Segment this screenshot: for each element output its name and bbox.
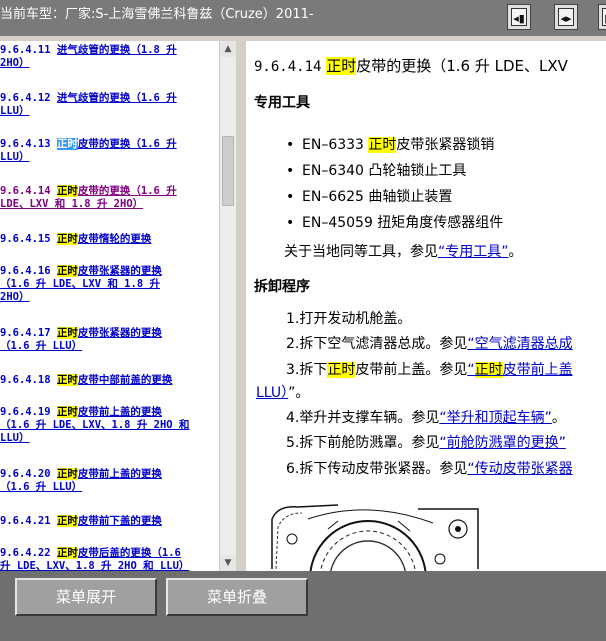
tree-item-label: 进气歧管的更换（1.6 升 [56,92,177,104]
tree-item-label: 皮带的更换（1.6 升 [77,138,177,150]
tree-item[interactable]: 9.6.4.16 正时皮带张紧器的更换 （1.6 升 LDE、LXV 和 1.8 … [0,265,219,304]
tree-item[interactable]: 9.6.4.17 正时皮带张紧器的更换 （1.6 升 LLU） [0,327,219,353]
current-vehicle-title: 当前车型：厂家:S-上海雪佛兰科鲁兹（Cruze）2011- [0,7,314,22]
search-highlight: 正时 [56,515,78,527]
tree-item-number: 9.6.4.15 [0,233,51,245]
expand-menu-button[interactable]: 菜单展开 [15,578,157,616]
tool-item: • EN–45059 扭矩角度传感器组件 [286,215,504,231]
search-highlight: 正时 [56,185,78,197]
procedure-step-continued: LLU）”。 [256,385,310,401]
tree-item-label: LLU） [0,151,30,163]
procedure-step: 1.打开发动机舱盖。 [286,311,412,327]
search-highlight: 正时 [56,265,78,277]
tree-item-label: 皮带前上盖的更换 [77,468,162,480]
tree-item-label: LLU） [0,105,30,117]
belt-tensioner-link[interactable]: “传动皮带张紧器 [467,461,572,477]
tree-item[interactable]: 9.6.4.13 正时皮带的更换（1.6 升 LLU） [0,138,219,164]
tree-item-label: 皮带张紧器的更换 [77,327,162,339]
tree-item[interactable]: 9.6.4.21 正时皮带前下盖的更换 [0,515,219,528]
back-page-button[interactable]: ◂▮ [507,4,531,30]
special-tools-link[interactable]: “专用工具” [438,244,509,260]
tree-item-label: 皮带惰轮的更换 [77,233,152,245]
tree-item-label: （1.6 升 LLU） [0,340,83,352]
tree-item-number: 9.6.4.21 [0,515,51,527]
tree-item-label: 进气歧管的更换（1.8 升 [56,44,177,56]
tree-item-label: 2HO） [0,57,30,69]
tools-reference: 关于当地同等工具，参见“专用工具”。 [284,244,523,260]
tree-item-label: 皮带前下盖的更换 [77,515,162,527]
tree-item-label: LLU） [0,432,30,444]
tree-item-number: 9.6.4.11 [0,44,51,56]
tree-item-number: 9.6.4.22 [0,547,51,559]
procedure-step: 3.拆下正时皮带前上盖。参见“正时皮带前上盖 [286,362,573,378]
collapse-menu-button[interactable]: 菜单折叠 [166,578,308,616]
tree-item-number: 9.6.4.19 [0,406,51,418]
tree-item[interactable]: 9.6.4.15 正时皮带惰轮的更换 [0,233,219,246]
tree-item[interactable]: 9.6.4.22 正时皮带后盖的更换（1.6 升 LDE、LXV、1.8 升 2H… [0,547,219,571]
tree-item-number: 9.6.4.20 [0,468,51,480]
page-title: 9.6.4.14 正时皮带的更换（1.6 升 LDE、LXV [254,57,568,75]
tree-item[interactable]: 9.6.4.20 正时皮带前上盖的更换 （1.6 升 LLU） [0,468,219,494]
lift-vehicle-link[interactable]: “举升和顶起车辆” [439,410,552,426]
tool-item: • EN–6340 凸轮轴锁止工具 [286,163,467,179]
split-view-button[interactable]: ◂▸ [554,4,578,30]
tree-item-label: 2HO） [0,291,30,303]
tree-item-number: 9.6.4.14 [0,185,51,197]
tree-item[interactable]: 9.6.4.11 进气歧管的更换（1.8 升 2HO） [0,44,219,70]
tree-item-number: 9.6.4.18 [0,374,51,386]
pane-splitter[interactable] [236,41,246,571]
tree-item-label: （1.6 升 LDE、LXV、1.8 升 2HO 和 [0,419,190,431]
bottom-toolbar: 菜单展开 菜单折叠 [0,571,606,641]
search-highlight: 正时 [56,406,78,418]
search-highlight: 正时 [56,374,78,386]
tree-item-number: 9.6.4.16 [0,265,51,277]
tree-item-label: （1.6 升 LLU） [0,481,83,493]
tree-item-number: 9.6.4.13 [0,138,51,150]
tree-item-label: （1.6 升 LDE、LXV 和 1.8 升 [0,278,160,290]
forward-page-button[interactable]: ▮▸ [598,4,606,30]
title-bar: 当前车型：厂家:S-上海雪佛兰科鲁兹（Cruze）2011- ◂▮ ◂▸ ▮▸ [0,0,606,36]
toc-tree: 9.6.4.11 进气歧管的更换（1.8 升 2HO） 9.6.4.12 进气歧管的… [0,41,219,571]
tree-item[interactable]: 9.6.4.19 正时皮带前上盖的更换 （1.6 升 LDE、LXV、1.8 升 … [0,406,219,445]
search-highlight: 正时 [56,468,78,480]
search-highlight: 正时 [56,233,78,245]
procedure-section-title: 拆卸程序 [254,279,310,295]
tree-item-label: 皮带前上盖的更换 [77,406,162,418]
procedure-step: 6.拆下传动皮带张紧器。参见“传动皮带张紧器 [286,461,573,477]
tree-item-label: 皮带的更换（1.6 升 [77,185,177,197]
procedure-step: 2.拆下空气滤清器总成。参见“空气滤清器总成 [286,336,573,352]
tree-item-label: 皮带中部前盖的更换 [77,374,173,386]
tree-item-label: 皮带后盖的更换（1.6 [77,547,181,559]
tree-item[interactable]: 9.6.4.14 正时皮带的更换（1.6 升 LDE、LXV 和 1.8 升 2H… [0,185,219,211]
split-view-icon: ◂▸ [558,8,574,26]
search-highlight: 正时 [56,547,78,559]
forward-page-icon: ▮▸ [602,8,606,26]
procedure-step: 5.拆下前舱防溅罩。参见“前舱防溅罩的更换” [286,435,566,451]
timing-cover-link[interactable]: “正时皮带前上盖 [467,362,573,378]
scroll-up-icon[interactable]: ▲ [220,41,236,57]
tree-item-label: 皮带张紧器的更换 [77,265,162,277]
tree-item-label: LDE、LXV 和 1.8 升 2HO） [0,198,144,210]
air-cleaner-link[interactable]: “空气滤清器总成 [467,336,572,352]
search-highlight: 正时 [56,138,78,150]
procedure-step: 4.举升并支撑车辆。参见“举升和顶起车辆”。 [286,410,566,426]
tool-item: • EN–6333 正时皮带张紧器锁销 [286,137,495,153]
tools-section-title: 专用工具 [254,95,310,111]
tree-item[interactable]: 9.6.4.12 进气歧管的更换（1.6 升 LLU） [0,92,219,118]
document-content: 9.6.4.14 正时皮带的更换（1.6 升 LDE、LXV 专用工具 • EN–… [246,41,606,571]
timing-cover-link-cont[interactable]: LLU） [256,385,288,401]
scroll-down-icon[interactable]: ▼ [220,555,236,571]
toc-scrollbar[interactable]: ▲ ▼ [219,41,236,571]
back-page-icon: ◂▮ [511,8,527,26]
tree-item-number: 9.6.4.17 [0,327,51,339]
engine-diagram [268,499,480,571]
tree-item-number: 9.6.4.12 [0,92,51,104]
tree-item[interactable]: 9.6.4.18 正时皮带中部前盖的更换 [0,374,219,387]
splash-shield-link[interactable]: “前舱防溅罩的更换” [439,435,566,451]
scroll-thumb[interactable] [222,136,234,206]
tool-item: • EN–6625 曲轴锁止装置 [286,189,453,205]
tree-item-label: 升 LDE、LXV、1.8 升 2HO 和 LLU） [0,560,190,571]
search-highlight: 正时 [56,327,78,339]
